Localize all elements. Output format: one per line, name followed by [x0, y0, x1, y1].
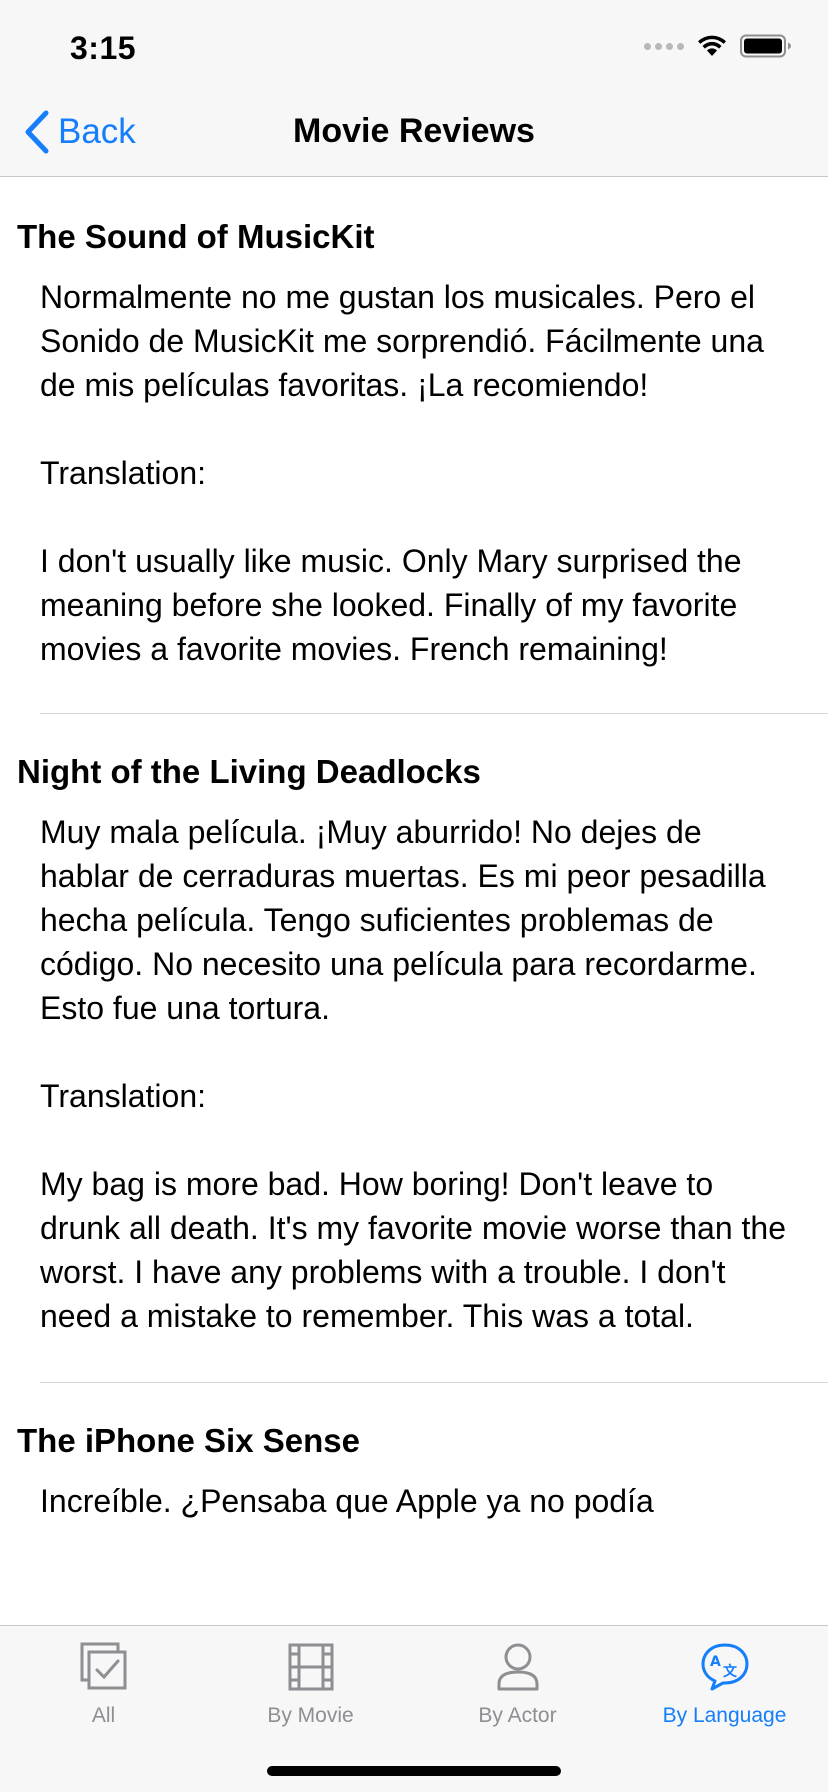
person-icon [497, 1643, 538, 1691]
status-bar: 3:15 [0, 0, 828, 88]
review-item[interactable]: The Sound of MusicKit Normalmente no me … [0, 178, 828, 713]
svg-text:A: A [710, 1654, 721, 1670]
tab-by-language[interactable]: A 文 By Language [621, 1640, 828, 1728]
review-item[interactable]: The iPhone Six Sense Increíble. ¿Pensaba… [0, 1383, 828, 1523]
tab-by-movie[interactable]: By Movie [207, 1640, 414, 1728]
review-body: Muy mala película. ¡Muy aburrido! No dej… [40, 814, 787, 1334]
review-title: The Sound of MusicKit [17, 218, 375, 255]
tab-by-language-label: By Language [662, 1704, 787, 1727]
navigation-bar: Back Movie Reviews [0, 88, 828, 177]
status-time: 3:15 [70, 30, 137, 66]
home-indicator[interactable] [267, 1766, 561, 1776]
tab-all-label: All [91, 1704, 116, 1727]
tab-bar: All By Movie By Actor A 文 By Language [0, 1625, 828, 1792]
checklist-icon [80, 1642, 126, 1690]
wifi-icon [698, 35, 726, 56]
review-title: Night of the Living Deadlocks [17, 753, 481, 790]
tab-by-movie-label: By Movie [267, 1704, 354, 1727]
translate-icon: A 文 [701, 1643, 748, 1691]
review-item[interactable]: Night of the Living Deadlocks Muy mala p… [0, 714, 828, 1382]
status-indicators [644, 34, 792, 58]
review-body: Normalmente no me gustan los musicales. … [40, 279, 764, 667]
reviews-list[interactable]: The Sound of MusicKit Normalmente no me … [0, 178, 828, 1625]
page-title: Movie Reviews [293, 112, 535, 150]
review-title: The iPhone Six Sense [17, 1422, 360, 1459]
tab-by-actor-label: By Actor [478, 1704, 557, 1727]
cellular-signal-icon [644, 42, 684, 50]
battery-icon [740, 34, 791, 58]
review-body: Increíble. ¿Pensaba que Apple ya no podí… [40, 1483, 654, 1519]
tab-all[interactable]: All [0, 1640, 207, 1728]
tab-by-actor[interactable]: By Actor [414, 1640, 621, 1728]
film-icon [288, 1643, 333, 1691]
svg-text:文: 文 [723, 1663, 738, 1680]
